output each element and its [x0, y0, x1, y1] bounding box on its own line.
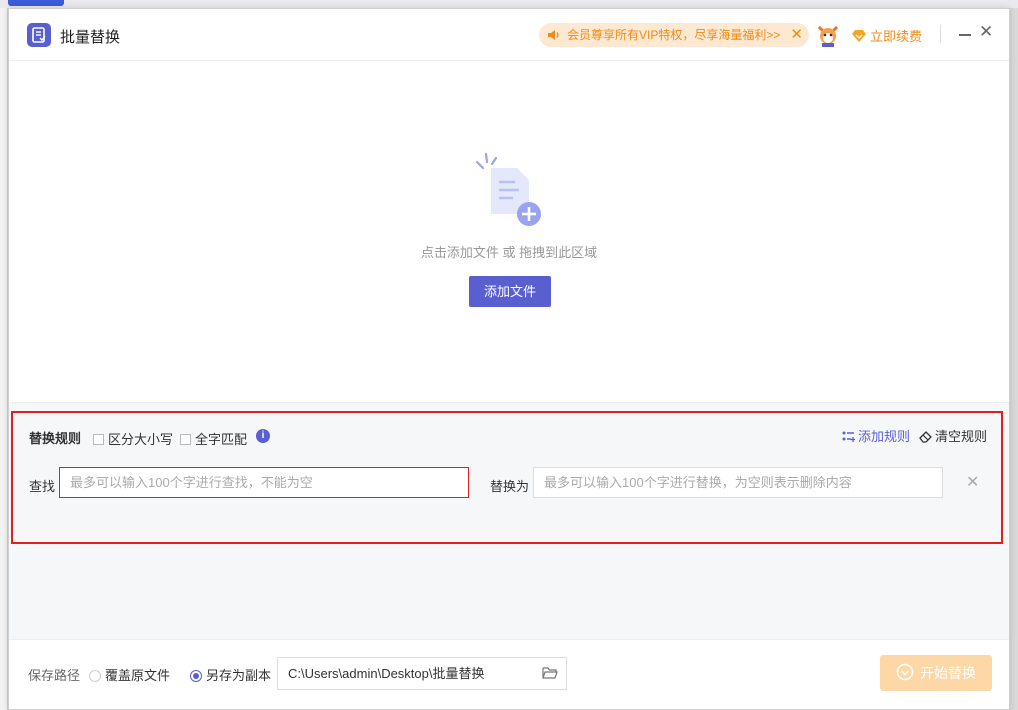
save-copy-label: 另存为副本	[206, 668, 272, 683]
case-sensitive-checkbox[interactable]: 区分大小写	[93, 429, 173, 448]
renew-button[interactable]: 立即续费	[851, 26, 922, 45]
case-sensitive-label: 区分大小写	[108, 432, 174, 447]
overwrite-label: 覆盖原文件	[105, 668, 171, 683]
info-icon[interactable]: i	[256, 429, 270, 443]
radio-dot-selected[interactable]	[190, 670, 202, 682]
add-file-button[interactable]: 添加文件	[469, 276, 551, 307]
find-label: 查找	[29, 479, 56, 494]
diamond-icon	[852, 30, 866, 42]
folder-open-icon[interactable]	[542, 666, 558, 680]
checkbox-box[interactable]	[180, 434, 191, 445]
close-icon[interactable]: ✕	[790, 23, 803, 47]
save-path-field[interactable]: C:\Users\admin\Desktop\批量替换	[277, 657, 567, 690]
whole-word-checkbox[interactable]: 全字匹配	[180, 429, 247, 448]
start-replace-button[interactable]: 开始替换	[880, 655, 992, 691]
rules-section: 替换规则 区分大小写 全字匹配 i 添加规则 清空规则 查找 最多可以输入100…	[9, 402, 1009, 639]
close-icon[interactable]: ✕	[979, 22, 993, 42]
title-divider	[940, 25, 941, 43]
clear-rules-label: 清空规则	[935, 429, 988, 444]
rules-title: 替换规则	[29, 431, 82, 446]
save-path-value: C:\Users\admin\Desktop\批量替换	[288, 666, 485, 681]
file-drop-area[interactable]: 点击添加文件 或 拖拽到此区域 添加文件	[9, 62, 1009, 402]
vip-banner[interactable]: 会员尊享所有VIP特权，尽享海量福利>> ✕	[539, 23, 809, 47]
mascot-avatar[interactable]	[817, 23, 839, 47]
overwrite-radio[interactable]: 覆盖原文件	[89, 665, 170, 684]
start-replace-label: 开始替换	[920, 665, 976, 681]
dialog-title: 批量替换	[60, 29, 121, 46]
radio-dot[interactable]	[89, 670, 101, 682]
add-rule-button[interactable]: 添加规则	[842, 426, 910, 445]
replace-input[interactable]	[533, 467, 943, 498]
check-circle-icon	[896, 663, 914, 681]
save-copy-radio[interactable]: 另存为副本	[190, 665, 271, 684]
save-path-label: 保存路径	[28, 668, 81, 683]
minimize-icon[interactable]	[957, 25, 973, 43]
background-app-toolbar	[0, 0, 1018, 8]
add-rule-icon	[842, 431, 855, 442]
app-icon	[27, 23, 51, 47]
clear-rules-button[interactable]: 清空规则	[919, 426, 987, 445]
speaker-icon	[548, 30, 559, 40]
background-app-tab	[8, 0, 64, 6]
whole-word-label: 全字匹配	[195, 432, 248, 447]
file-add-icon	[475, 152, 541, 226]
replace-rules-panel: 替换规则 区分大小写 全字匹配 i 添加规则 清空规则 查找 最多可以输入100…	[11, 411, 1003, 544]
vip-banner-text: 会员尊享所有VIP特权，尽享海量福利>>	[567, 28, 781, 42]
background-app-sidebar	[0, 8, 8, 710]
delete-rule-icon[interactable]: ✕	[966, 472, 979, 492]
find-input[interactable]	[59, 467, 469, 498]
add-rule-label: 添加规则	[858, 429, 911, 444]
eraser-icon	[919, 431, 932, 443]
footer-bar: 保存路径 覆盖原文件 另存为副本 C:\Users\admin\Desktop\…	[9, 639, 1009, 709]
replace-label: 替换为	[490, 479, 530, 494]
checkbox-box[interactable]	[93, 434, 104, 445]
drop-hint-text: 点击添加文件 或 拖拽到此区域	[420, 245, 598, 260]
renew-label: 立即续费	[870, 29, 923, 44]
title-bar: 批量替换 会员尊享所有VIP特权，尽享海量福利>> ✕ 立即续费 ✕	[9, 9, 1009, 61]
batch-replace-dialog: 批量替换 会员尊享所有VIP特权，尽享海量福利>> ✕ 立即续费 ✕ 点击添加文…	[8, 8, 1010, 710]
